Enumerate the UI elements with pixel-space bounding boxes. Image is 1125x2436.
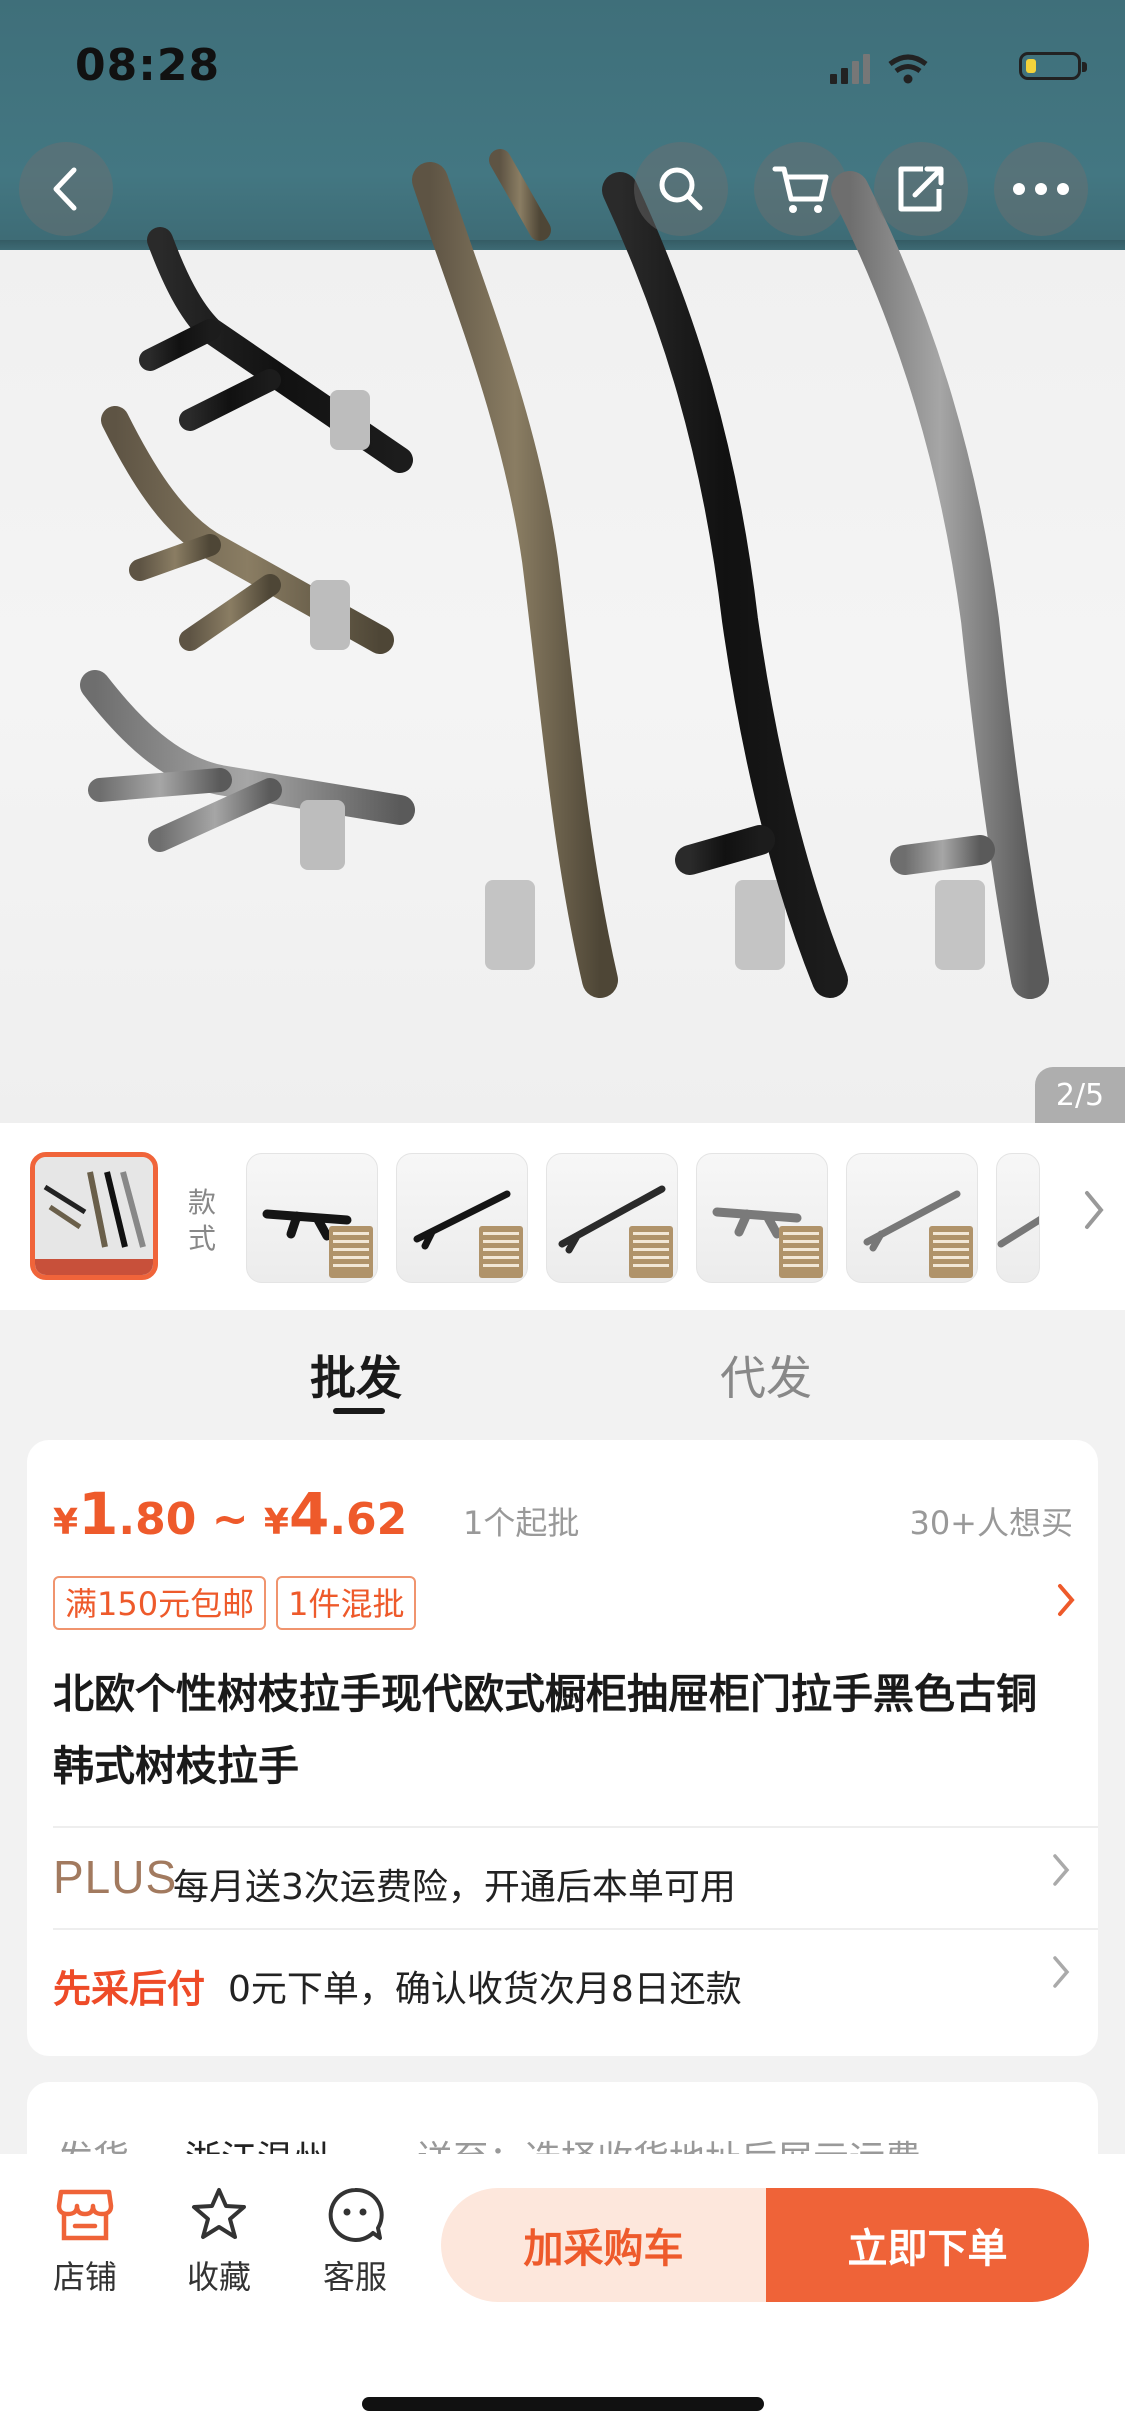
add-to-cart-button[interactable]: 加采购车 — [441, 2188, 766, 2302]
variant-thumb[interactable] — [996, 1153, 1040, 1283]
tag-free-shipping: 满150元包邮 — [53, 1576, 267, 1630]
product-info-card: ¥1.80 ~ ¥4.62 1个起批 30+人想买 满150元包邮 1件混批 北欧… — [27, 1440, 1098, 2056]
variant-thumb[interactable] — [546, 1153, 678, 1283]
status-time: 08:28 — [75, 40, 221, 91]
pay-later-row[interactable]: 先采后付 0元下单，确认收货次月8日还款 — [53, 1928, 1073, 2028]
variant-selector: 款式 — [0, 1123, 1125, 1310]
share-button[interactable] — [874, 142, 968, 236]
pay-later-label: 先采后付 — [53, 1967, 206, 2011]
variant-thumb[interactable] — [396, 1153, 528, 1283]
home-indicator — [362, 2397, 764, 2411]
service-button[interactable]: 客服 — [310, 2186, 400, 2298]
status-bar: 08:28 — [0, 0, 1125, 130]
star-icon — [192, 2188, 246, 2239]
buy-now-button[interactable]: 立即下单 — [766, 2188, 1089, 2302]
chevron-right-icon[interactable] — [1054, 1580, 1078, 1620]
cart-button[interactable] — [754, 142, 848, 236]
plus-logo: PLUS — [53, 1851, 178, 1903]
battery-icon — [1019, 52, 1087, 80]
signal-wifi-icon — [830, 54, 928, 84]
handle-black — [602, 172, 848, 998]
min-order: 1个起批 — [463, 1504, 580, 1542]
store-icon — [56, 2189, 114, 2241]
variant-label: 款式 — [188, 1186, 217, 1255]
knob-bronze — [101, 406, 394, 654]
favorite-button[interactable]: 收藏 — [174, 2186, 264, 2298]
cart-icon — [772, 166, 829, 213]
chevron-right-icon[interactable] — [1079, 1185, 1109, 1235]
share-icon — [898, 166, 944, 212]
handle-bronze — [412, 149, 618, 998]
service-label: 客服 — [322, 2258, 387, 2296]
product-title: 北欧个性树枝拉手现代欧式橱柜抽屉柜门拉手黑色古铜韩式树枝拉手 — [53, 1670, 1037, 1790]
price-range: ¥1.80 ~ ¥4.62 — [53, 1480, 408, 1548]
chevron-left-icon — [53, 167, 77, 211]
promo-tags[interactable]: 满150元包邮 1件混批 — [53, 1576, 426, 1634]
store-button[interactable]: 店铺 — [40, 2186, 130, 2298]
favorite-label: 收藏 — [186, 2258, 251, 2296]
handle-silver — [831, 171, 1049, 999]
store-label: 店铺 — [52, 2258, 117, 2296]
customer-service-icon — [328, 2187, 384, 2242]
variant-thumb[interactable] — [696, 1153, 828, 1283]
tab-wholesale[interactable]: 批发 — [310, 1342, 402, 1408]
price-row: ¥1.80 ~ ¥4.62 1个起批 30+人想买 — [53, 1480, 1073, 1550]
tab-indicator — [333, 1408, 385, 1414]
selected-variant-thumb[interactable] — [30, 1152, 158, 1280]
plus-text: 每月送3次运费险，开通后本单可用 — [173, 1867, 736, 1908]
bottom-action-bar: 店铺 收藏 客服 加采购车 立即下单 — [0, 2154, 1125, 2436]
search-icon — [659, 167, 703, 211]
more-button[interactable] — [994, 142, 1088, 236]
knob-silver — [80, 670, 415, 870]
variant-thumb[interactable] — [846, 1153, 978, 1283]
back-button[interactable] — [19, 142, 113, 236]
more-dots-icon — [1013, 183, 1069, 195]
wants-count: 30+人想买 — [909, 1504, 1073, 1542]
image-counter: 2/5 — [1035, 1067, 1125, 1123]
purchase-mode-tabs: 批发 代发 — [0, 1310, 1125, 1440]
thumb-image — [35, 1157, 153, 1275]
variant-thumb[interactable] — [246, 1153, 378, 1283]
search-button[interactable] — [634, 142, 728, 236]
pay-later-text: 0元下单，确认收货次月8日还款 — [228, 1969, 742, 2010]
knob-black — [139, 227, 413, 473]
chevron-right-icon — [1053, 1854, 1070, 1886]
tab-dropship[interactable]: 代发 — [720, 1342, 812, 1408]
tag-mixed-batch: 1件混批 — [276, 1576, 417, 1630]
chevron-right-icon — [1053, 1956, 1070, 1988]
plus-row[interactable]: PLUS 每月送3次运费险，开通后本单可用 — [53, 1826, 1073, 1926]
